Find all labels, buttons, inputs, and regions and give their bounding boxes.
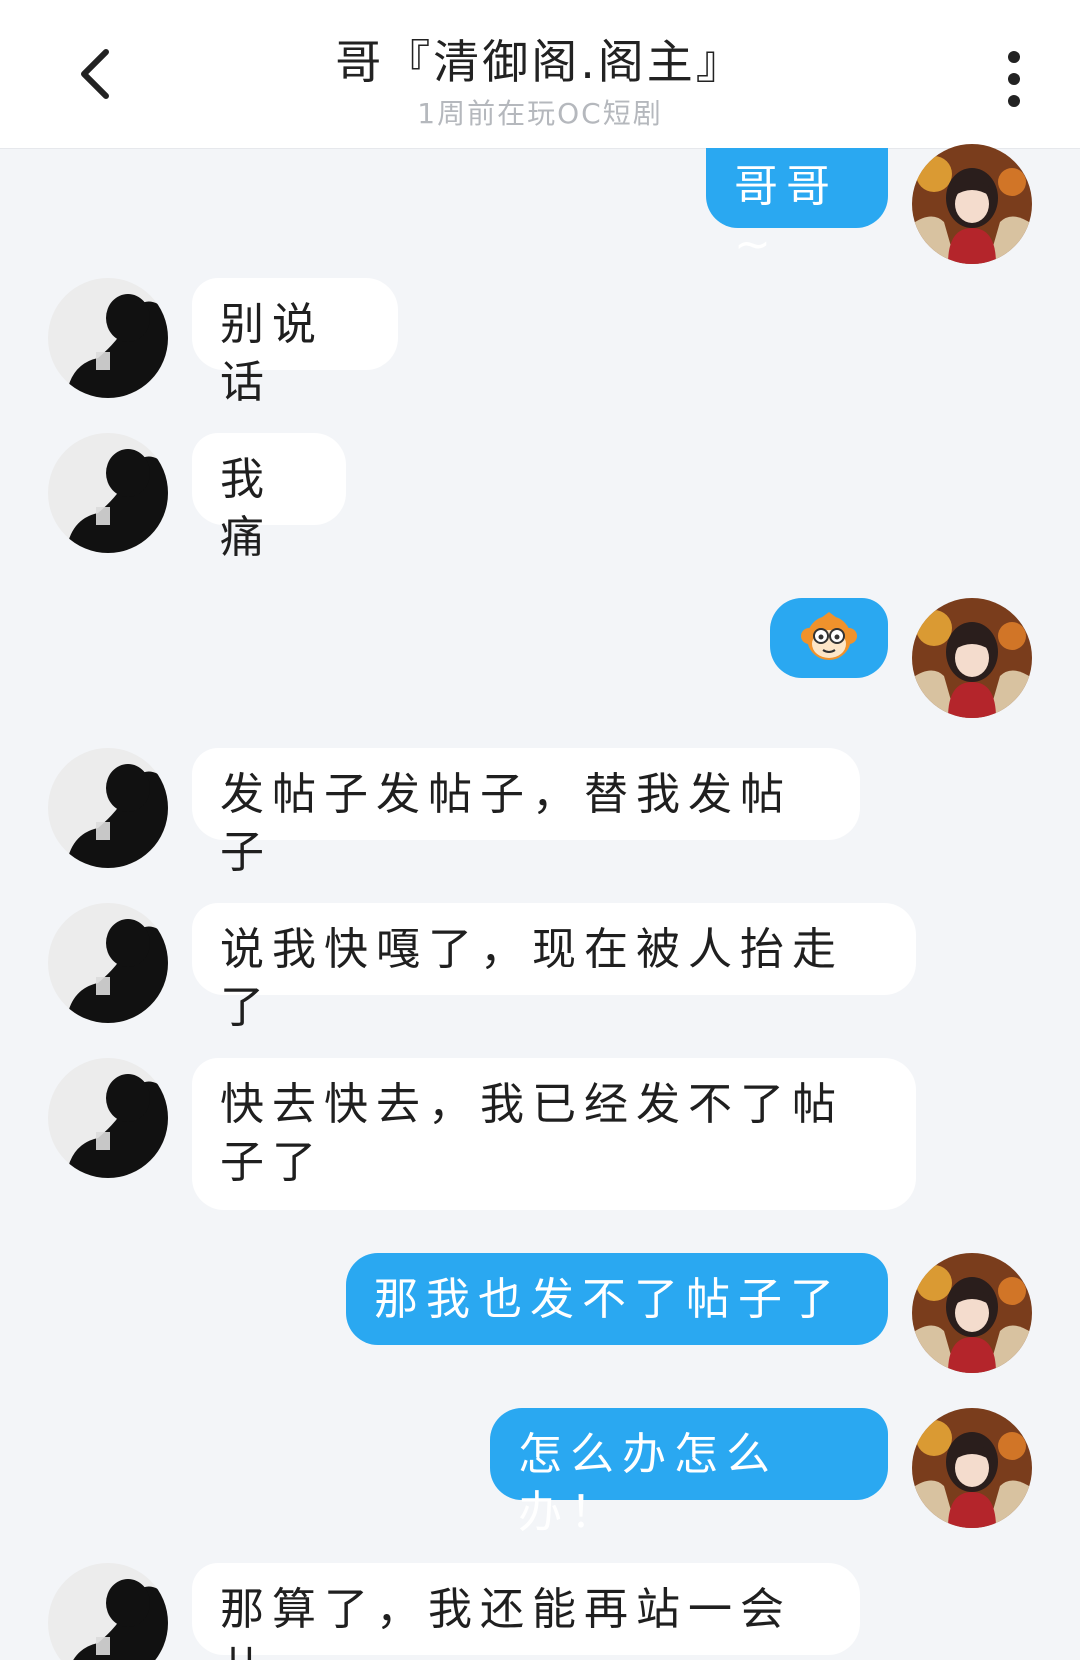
outgoing-message-bubble[interactable]: [770, 598, 888, 678]
my-avatar[interactable]: [912, 1408, 1032, 1528]
incoming-message-bubble[interactable]: 别说话: [192, 278, 398, 408]
message-row: 那算了，我还能再站一会儿: [0, 1563, 1080, 1660]
my-avatar[interactable]: [912, 144, 1032, 264]
message-list[interactable]: 哥哥~ 别说话 我痛 发帖子发帖子，替我发帖子 说我快嘎了，现在被人抬走了 快去…: [0, 144, 1080, 1660]
message-row: 别说话: [0, 278, 1080, 408]
contact-avatar[interactable]: [48, 433, 168, 553]
monkey-face-icon: [801, 612, 857, 660]
outgoing-message-bubble[interactable]: 怎么办怎么办！: [490, 1408, 888, 1538]
message-row: 哥哥~: [0, 144, 1080, 270]
incoming-message-bubble[interactable]: 发帖子发帖子，替我发帖子: [192, 748, 860, 878]
message-row: 说我快嘎了，现在被人抬走了: [0, 903, 1080, 1033]
my-avatar[interactable]: [912, 598, 1032, 718]
contact-avatar[interactable]: [48, 748, 168, 868]
contact-avatar[interactable]: [48, 1563, 168, 1660]
message-row: 那我也发不了帖子了: [0, 1253, 1080, 1373]
back-button[interactable]: [66, 44, 126, 104]
message-row: 快去快去，我已经发不了帖子了: [0, 1058, 1080, 1218]
chevron-left-icon: [81, 49, 109, 99]
message-row: 我痛: [0, 433, 1080, 563]
chat-title[interactable]: 哥『清御阁.阁主』: [200, 26, 880, 92]
contact-avatar[interactable]: [48, 1058, 168, 1178]
incoming-message-bubble[interactable]: 那算了，我还能再站一会儿: [192, 1563, 860, 1660]
outgoing-message-bubble[interactable]: 哥哥~: [706, 148, 888, 270]
more-vertical-icon: [1008, 51, 1020, 107]
more-options-button[interactable]: [984, 44, 1044, 114]
chat-subtitle: 1周前在玩OC短剧: [417, 97, 663, 130]
message-row: [0, 598, 1080, 718]
my-avatar[interactable]: [912, 1253, 1032, 1373]
message-row: 发帖子发帖子，替我发帖子: [0, 748, 1080, 878]
contact-avatar[interactable]: [48, 903, 168, 1023]
outgoing-message-bubble[interactable]: 那我也发不了帖子了: [346, 1253, 888, 1345]
message-row: 怎么办怎么办！: [0, 1408, 1080, 1538]
incoming-message-bubble[interactable]: 说我快嘎了，现在被人抬走了: [192, 903, 916, 1033]
incoming-message-bubble[interactable]: 我痛: [192, 433, 346, 563]
chat-header: 哥『清御阁.阁主』 1周前在玩OC短剧: [0, 0, 1080, 149]
contact-avatar[interactable]: [48, 278, 168, 398]
incoming-message-bubble[interactable]: 快去快去，我已经发不了帖子了: [192, 1058, 916, 1210]
